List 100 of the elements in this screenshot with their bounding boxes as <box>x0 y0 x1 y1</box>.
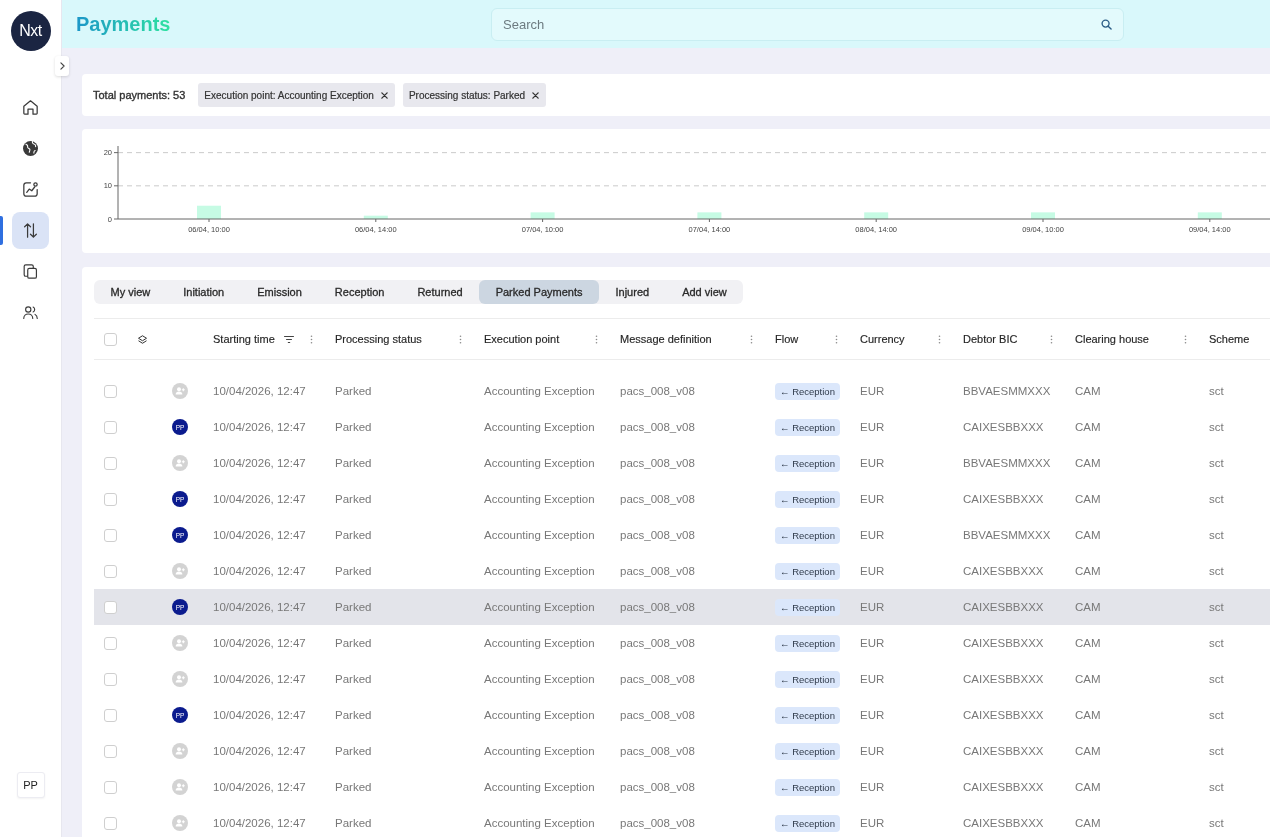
row-checkbox[interactable] <box>104 636 117 650</box>
row-checkbox[interactable] <box>104 564 117 578</box>
kebab-menu-icon[interactable] <box>459 334 462 344</box>
kebab-menu-icon[interactable] <box>1184 334 1187 344</box>
table-cell: pacs_008_v08 <box>620 817 695 829</box>
kebab-menu-icon[interactable] <box>1050 334 1053 344</box>
table-cell: 10/04/2026, 12:47 <box>213 709 306 721</box>
table-cell: Parked <box>335 637 372 649</box>
row-checkbox[interactable] <box>104 420 117 434</box>
table-cell: pacs_008_v08 <box>620 493 695 505</box>
table-cell: BBVAESMMXXX <box>963 529 1051 541</box>
table-cell: CAIXESBBXXX <box>963 493 1044 505</box>
table-cell: EUR <box>860 637 885 649</box>
view-tab[interactable]: My view <box>94 280 167 304</box>
kebab-menu-icon[interactable] <box>938 334 941 344</box>
chart-bar <box>530 212 555 219</box>
flow-tag: ← Reception <box>775 742 840 760</box>
chevron-right-icon <box>59 62 65 70</box>
flow-tag: ← Reception <box>775 562 840 580</box>
table-cell: 10/04/2026, 12:47 <box>213 673 306 685</box>
row-checkbox[interactable] <box>104 816 117 830</box>
kebab-menu-icon[interactable] <box>595 334 598 344</box>
add-user-icon[interactable] <box>172 563 188 579</box>
kebab-menu-icon[interactable] <box>310 334 313 344</box>
add-user-icon[interactable] <box>172 455 188 471</box>
row-checkbox[interactable] <box>104 492 117 506</box>
table-cell: 10/04/2026, 12:47 <box>213 385 306 397</box>
chart-bar <box>864 212 889 219</box>
row-checkbox[interactable] <box>104 528 117 542</box>
table-cell: sct <box>1209 673 1224 685</box>
user-avatar-button[interactable]: PP <box>16 772 45 798</box>
table-cell: Accounting Exception <box>484 637 595 649</box>
add-user-icon[interactable] <box>172 383 188 399</box>
view-tab[interactable]: Reception <box>318 280 401 304</box>
table-cell: Parked <box>335 781 372 793</box>
trend-chart-icon <box>23 182 38 197</box>
add-user-icon[interactable] <box>172 815 188 831</box>
table-cell: CAIXESBBXXX <box>963 709 1044 721</box>
column-header[interactable]: Debtor BIC <box>963 333 1018 345</box>
chart-bar <box>697 212 722 219</box>
row-checkbox[interactable] <box>104 708 117 722</box>
table-cell: CAM <box>1075 529 1101 541</box>
table-cell: CAM <box>1075 673 1101 685</box>
column-header[interactable]: Processing status <box>335 333 422 345</box>
row-checkbox[interactable] <box>104 384 117 398</box>
table-cell: sct <box>1209 529 1224 541</box>
close-icon[interactable] <box>532 91 540 99</box>
kebab-menu-icon[interactable] <box>750 334 753 344</box>
chart-bar <box>363 215 388 219</box>
column-header[interactable]: Currency <box>860 333 905 345</box>
table-cell: 10/04/2026, 12:47 <box>213 637 306 649</box>
add-user-icon[interactable] <box>172 671 188 687</box>
column-header[interactable]: Starting time <box>213 333 275 345</box>
row-checkbox[interactable] <box>104 744 117 758</box>
table-cell: pacs_008_v08 <box>620 673 695 685</box>
row-checkbox[interactable] <box>104 672 117 686</box>
filter-icon[interactable] <box>283 335 294 343</box>
search-field[interactable]: Search <box>491 7 1124 41</box>
column-header[interactable]: Message definition <box>620 333 712 345</box>
row-checkbox[interactable] <box>104 600 117 614</box>
table-cell: EUR <box>860 493 885 505</box>
column-header[interactable]: Execution point <box>484 333 560 345</box>
table-cell: sct <box>1209 385 1224 397</box>
table-cell: 10/04/2026, 12:47 <box>213 601 306 613</box>
table-cell: Parked <box>335 421 372 433</box>
table-cell: CAIXESBBXXX <box>963 421 1044 433</box>
table-cell: 10/04/2026, 12:47 <box>213 565 306 577</box>
nav-item[interactable] <box>12 212 49 249</box>
row-checkbox[interactable] <box>104 456 117 470</box>
table-cell: sct <box>1209 493 1224 505</box>
close-icon[interactable] <box>380 91 388 99</box>
chart-bar <box>1031 212 1055 219</box>
add-user-icon[interactable] <box>172 743 188 759</box>
table-cell: EUR <box>860 709 885 721</box>
view-tab[interactable]: Add view <box>665 280 744 304</box>
expand-sidebar-button[interactable] <box>55 56 69 76</box>
row-checkbox[interactable] <box>104 780 117 794</box>
column-header[interactable]: Clearing house <box>1075 333 1149 345</box>
add-user-icon[interactable] <box>172 779 188 795</box>
select-all-checkbox[interactable] <box>104 332 117 346</box>
view-tab[interactable]: Emission <box>240 280 319 304</box>
view-tab[interactable]: Returned <box>400 280 480 304</box>
column-header[interactable]: Scheme <box>1209 333 1250 345</box>
add-user-icon[interactable] <box>172 635 188 651</box>
search-icon[interactable] <box>1101 18 1112 30</box>
column-header[interactable]: Flow <box>775 333 799 345</box>
table-cell: CAM <box>1075 781 1101 793</box>
table-cell: Accounting Exception <box>484 781 595 793</box>
table-cell: Parked <box>335 745 372 757</box>
view-tab[interactable]: Initiation <box>166 280 241 304</box>
active-indicator <box>0 216 3 245</box>
table-cell: CAIXESBBXXX <box>963 673 1044 685</box>
view-tab[interactable]: Parked Payments <box>479 280 599 304</box>
table-cell: Accounting Exception <box>484 673 595 685</box>
table-cell: sct <box>1209 457 1224 469</box>
kebab-menu-icon[interactable] <box>835 334 838 344</box>
layers-icon[interactable] <box>138 334 147 344</box>
users-icon <box>23 305 38 320</box>
view-tab[interactable]: Injured <box>599 280 666 304</box>
table-cell: sct <box>1209 745 1224 757</box>
